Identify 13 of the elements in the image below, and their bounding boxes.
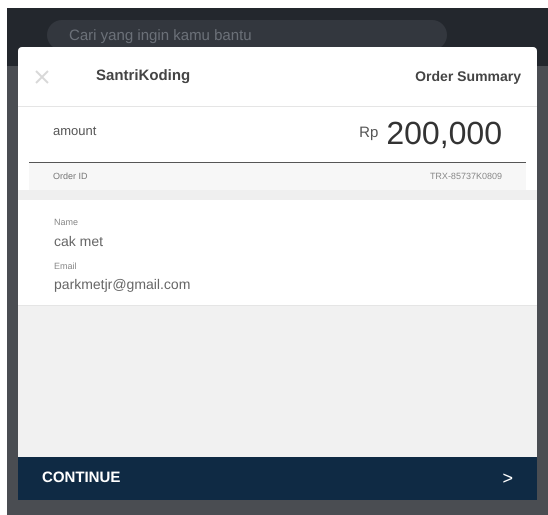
modal-title: Order Summary bbox=[415, 67, 521, 86]
order-id-value: TRX-85737K0809 bbox=[430, 170, 502, 183]
search-field[interactable]: Cari yang ingin kamu bantu bbox=[47, 20, 447, 50]
order-id-label: Order ID bbox=[53, 170, 88, 183]
field-value: cak met bbox=[54, 234, 104, 248]
field-label: Name bbox=[54, 216, 80, 229]
amount-value: 200,000 bbox=[386, 117, 502, 149]
currency-label: Rp bbox=[359, 122, 378, 143]
field-label: Email bbox=[54, 260, 78, 272]
merchant-name: SantriKoding bbox=[96, 66, 190, 86]
field-value: parkmetjr@gmail.com bbox=[54, 277, 192, 291]
continue-button[interactable]: CONTINUE > bbox=[18, 457, 537, 500]
amount-label: amount bbox=[53, 122, 96, 140]
